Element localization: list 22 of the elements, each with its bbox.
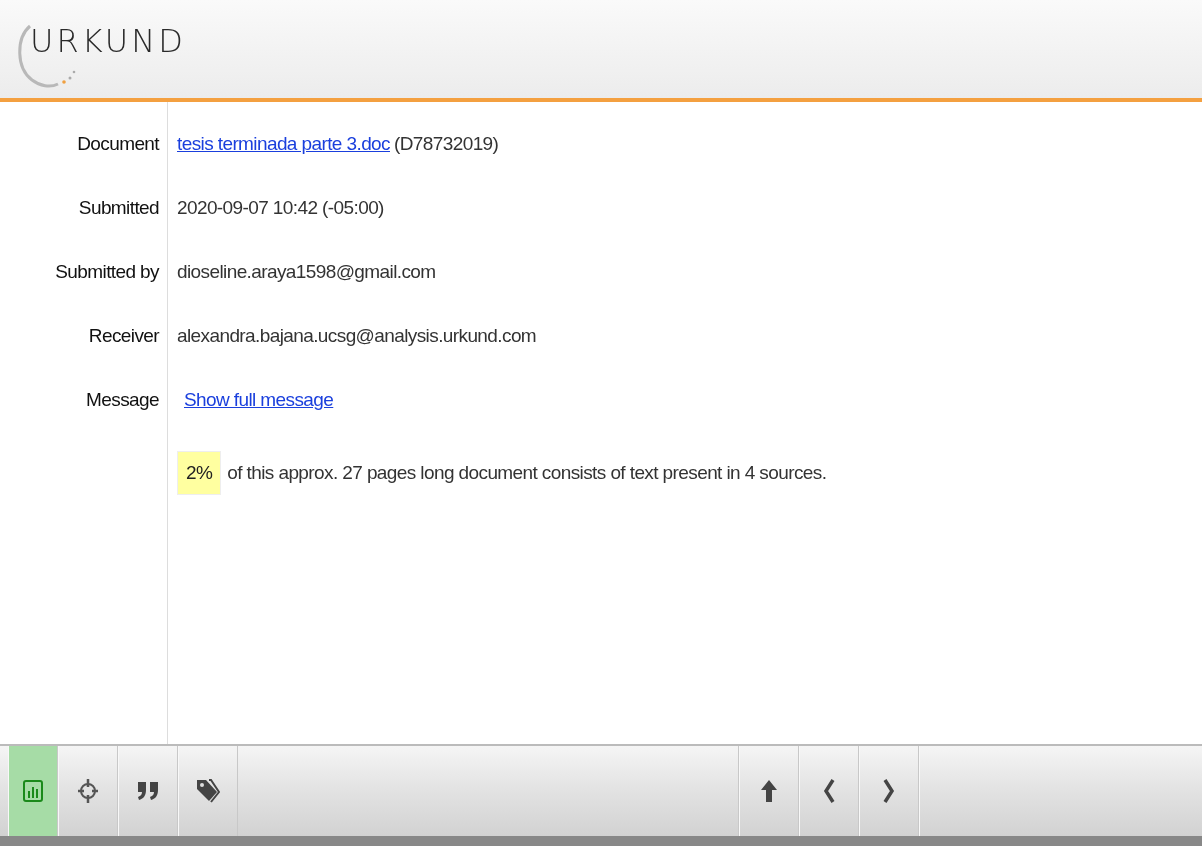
tags-icon	[196, 778, 220, 804]
document-link[interactable]: tesis terminada parte 3.doc	[177, 126, 390, 162]
document-id: (D78732019)	[394, 132, 499, 156]
summary-text: of this approx. 27 pages long document consists of text present in 4 sources.	[227, 462, 827, 484]
similarity-percent: 2%	[177, 451, 222, 495]
field-label: Submitted	[77, 196, 160, 220]
crosshair-icon	[77, 778, 99, 804]
arrow-up-icon	[760, 779, 778, 803]
logo-text: URKUND	[30, 22, 186, 60]
field-label: Message	[85, 388, 160, 412]
quote-icon	[137, 780, 159, 802]
bar-chart-icon	[23, 780, 43, 802]
chart-tool-button[interactable]	[8, 746, 58, 836]
field-label: Submitted by	[54, 260, 161, 284]
field-label: Receiver	[87, 324, 161, 348]
field-value: alexandra.bajana.ucsg@analysis.urkund.com	[177, 324, 537, 348]
chevron-left-icon	[823, 778, 835, 804]
document-link[interactable]: Show full message	[184, 382, 334, 418]
field-value: dioseline.araya1598@gmail.com	[177, 260, 436, 284]
field-label: Document	[76, 132, 161, 156]
field-value: 2020-09-07 10:42 (-05:00)	[177, 196, 384, 220]
chevron-right-icon	[883, 778, 895, 804]
